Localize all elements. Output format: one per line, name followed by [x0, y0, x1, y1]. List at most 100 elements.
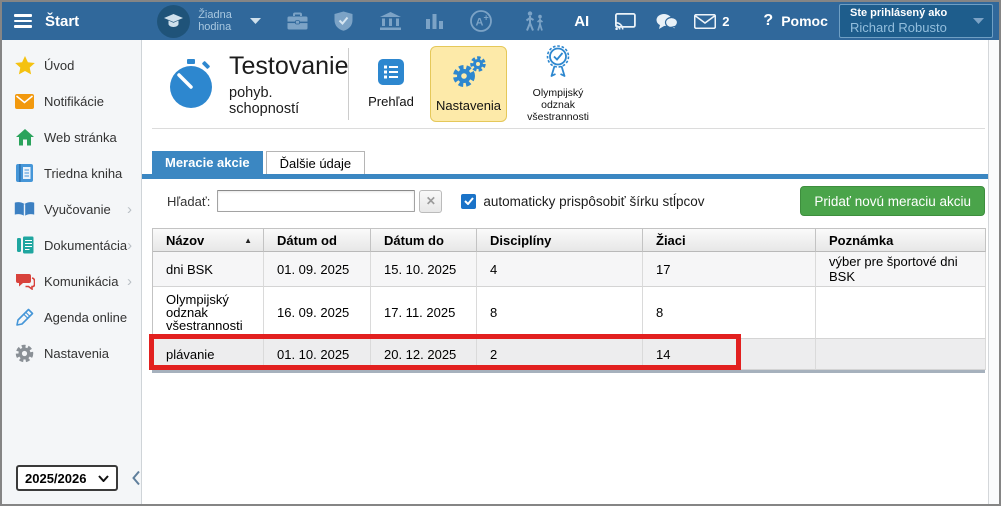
table-cell[interactable]: 8 — [643, 287, 816, 339]
bar-chart-icon[interactable] — [426, 13, 443, 29]
measure-actions-table: Názov▲ Dátum od Dátum do Disciplíny Žiac… — [152, 228, 986, 370]
tab-bar: Meracie akcie Ďalšie údaje — [152, 151, 988, 174]
topbar: Štart Žiadna hodina A+ AI — [2, 2, 999, 40]
sidebar-item-vyucovanie[interactable]: Vyučovanie › — [2, 191, 141, 227]
autofit-label[interactable]: automaticky prispôsobiť šírku stĺpcov — [483, 194, 704, 209]
column-header-nazov[interactable]: Názov▲ — [153, 228, 264, 252]
submenu-arrow-icon: › — [127, 273, 132, 290]
module-header: Testovanie pohyb. schopností Prehľad Nas… — [152, 40, 985, 129]
submenu-arrow-icon: › — [127, 201, 132, 218]
submenu-arrow-icon: › — [127, 237, 132, 254]
table-cell[interactable]: 8 — [477, 287, 643, 339]
table-cell[interactable]: 15. 10. 2025 — [371, 252, 477, 287]
chevron-down-icon — [98, 475, 109, 482]
table-cell[interactable]: plávanie — [153, 339, 264, 370]
check-icon — [464, 197, 474, 205]
collapse-sidebar-icon[interactable] — [131, 470, 141, 486]
table-cell[interactable]: 16. 09. 2025 — [264, 287, 371, 339]
sidebar-item-komunikacia[interactable]: Komunikácia › — [2, 263, 141, 299]
briefcase-icon[interactable] — [287, 12, 308, 30]
table-cell[interactable]: 4 — [477, 252, 643, 287]
svg-text:A: A — [476, 17, 484, 29]
graduation-cap-icon[interactable] — [157, 5, 190, 38]
table-cell[interactable]: 20. 12. 2025 — [371, 339, 477, 370]
table-cell[interactable] — [816, 339, 986, 370]
search-input[interactable] — [217, 190, 415, 212]
autofit-checkbox[interactable] — [461, 194, 476, 209]
chat-icon[interactable] — [656, 13, 678, 30]
table-bottom-shadow — [152, 370, 985, 373]
sidebar-item-agenda-online[interactable]: Agenda online — [2, 299, 141, 335]
column-header-discipliny[interactable]: Disciplíny — [477, 228, 643, 252]
divider — [348, 48, 349, 120]
table-cell[interactable]: Olympijský odznak všestrannosti — [153, 287, 264, 339]
school-year-select[interactable]: 2025/2026 — [16, 465, 118, 491]
nav-prehlad-button[interactable]: Prehľad — [357, 46, 425, 122]
chevron-down-icon — [973, 18, 984, 24]
column-header-poznamka[interactable]: Poznámka — [816, 228, 986, 252]
tab-dalsie-udaje[interactable]: Ďalšie údaje — [266, 151, 366, 174]
gears-icon — [450, 56, 488, 92]
sidebar-item-nastavenia[interactable]: Nastavenia — [2, 335, 141, 371]
pen-icon — [14, 307, 35, 328]
start-button[interactable]: Štart — [45, 13, 79, 30]
table-cell[interactable]: dni BSK — [153, 252, 264, 287]
sort-asc-icon: ▲ — [244, 236, 252, 245]
notebook-icon — [14, 163, 35, 184]
column-header-ziaci[interactable]: Žiaci — [643, 228, 816, 252]
nav-olympijsky-odznak-button[interactable]: Olympijský odznak všestrannosti — [512, 46, 604, 122]
gear-icon — [14, 343, 35, 364]
svg-text:+: + — [484, 13, 489, 23]
column-header-datum-do[interactable]: Dátum do — [371, 228, 477, 252]
sidebar-item-web-stranka[interactable]: Web stránka — [2, 119, 141, 155]
nav-nastavenia-button[interactable]: Nastavenia — [430, 46, 507, 122]
a-plus-icon[interactable]: A+ — [470, 10, 492, 32]
question-mark-icon: ? — [763, 12, 773, 30]
excursion-icon[interactable] — [522, 11, 546, 32]
sidebar-item-dokumentacia[interactable]: Dokumentácia › — [2, 227, 141, 263]
star-icon — [14, 55, 35, 76]
page-title: Testovanie — [229, 52, 336, 81]
toolbar: Hľadať: ✕ automaticky prispôsobiť šírku … — [142, 185, 988, 217]
sidebar-item-notifikacie[interactable]: Notifikácie — [2, 83, 141, 119]
home-icon — [14, 127, 35, 148]
table-cell[interactable]: 01. 09. 2025 — [264, 252, 371, 287]
table-cell[interactable]: 17. 11. 2025 — [371, 287, 477, 339]
institution-icon[interactable] — [380, 12, 401, 30]
logged-in-as-label: Ste prihlásený ako — [850, 7, 973, 19]
mail-button[interactable]: 2 — [694, 14, 729, 29]
medal-icon — [543, 45, 573, 81]
shield-check-icon[interactable] — [334, 11, 353, 31]
table-cell[interactable]: výber pre športové dni BSK — [816, 252, 986, 287]
list-icon — [378, 59, 404, 88]
sidebar-item-uvod[interactable]: Úvod — [2, 47, 141, 83]
tab-meracie-akcie[interactable]: Meracie akcie — [152, 151, 263, 174]
column-header-datum-od[interactable]: Dátum od — [264, 228, 371, 252]
hamburger-icon[interactable] — [14, 14, 32, 28]
add-measure-action-button[interactable]: Pridať novú meraciu akciu — [800, 186, 985, 216]
help-button[interactable]: ? Pomoc — [763, 12, 827, 30]
table-cell[interactable]: 01. 10. 2025 — [264, 339, 371, 370]
search-label: Hľadať: — [167, 194, 210, 209]
sidebar-item-triedna-kniha[interactable]: Triedna kniha — [2, 155, 141, 191]
chevron-down-icon[interactable] — [250, 18, 261, 24]
scrollbar-track[interactable] — [988, 40, 999, 504]
user-menu[interactable]: Ste prihlásený ako Richard Robusto — [839, 4, 993, 38]
lesson-status[interactable]: Žiadna hodina — [198, 9, 246, 33]
table-cell[interactable] — [816, 287, 986, 339]
clear-search-button[interactable]: ✕ — [419, 190, 442, 213]
table-cell[interactable]: 17 — [643, 252, 816, 287]
chat-icon — [14, 271, 35, 292]
sidebar: Úvod Notifikácie Web stránka Triedna kni… — [2, 40, 142, 504]
document-icon — [14, 235, 35, 256]
cast-icon[interactable] — [615, 13, 636, 30]
page-subtitle: pohyb. schopností — [229, 85, 336, 117]
app-window: Štart Žiadna hodina A+ AI — [0, 0, 1001, 506]
tab-underline — [142, 174, 988, 179]
table-cell[interactable]: 2 — [477, 339, 643, 370]
ai-button[interactable]: AI — [574, 13, 589, 30]
table-cell[interactable]: 14 — [643, 339, 816, 370]
mail-badge: 2 — [722, 14, 729, 29]
book-icon — [14, 199, 35, 220]
stopwatch-icon — [166, 59, 216, 109]
